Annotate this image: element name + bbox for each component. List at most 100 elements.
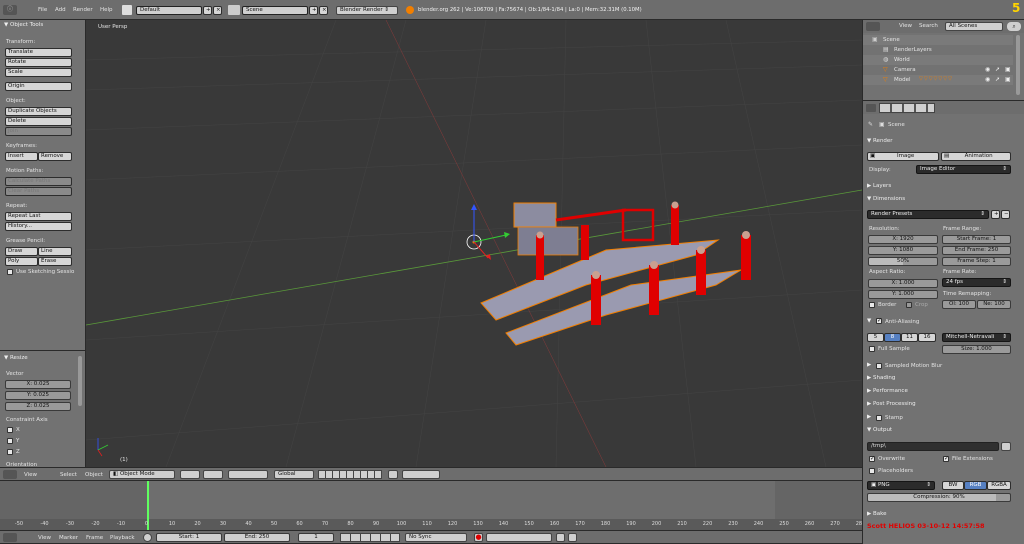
scene-icon[interactable] — [228, 5, 240, 15]
menu-render[interactable]: Render — [73, 7, 93, 13]
lock-icon[interactable] — [388, 470, 398, 479]
eye-icon[interactable]: ◉ — [985, 76, 990, 83]
anti-aliasing-checkbox[interactable] — [876, 317, 882, 324]
aa-level-11[interactable]: 11 — [901, 333, 918, 342]
aa-level-16[interactable]: 16 — [918, 333, 936, 342]
outliner-scrollbar[interactable] — [1016, 35, 1020, 95]
menu-view[interactable]: View — [38, 535, 51, 541]
frame-step-field[interactable]: Frame Step: 1 — [942, 257, 1011, 266]
aa-level-8[interactable]: 8 — [884, 333, 901, 342]
key-icon[interactable] — [556, 533, 565, 542]
keying-set-field[interactable] — [486, 533, 552, 542]
shading-dropdown[interactable] — [180, 470, 200, 479]
resize-header[interactable]: ▼ Resize — [4, 353, 28, 364]
menu-search[interactable]: Search — [919, 23, 938, 29]
motion-blur-panel-header[interactable]: ▶ — [867, 360, 871, 371]
crop-checkbox[interactable] — [906, 302, 912, 308]
aa-size-field[interactable]: Size: 1.000 — [942, 345, 1011, 354]
rotate-button[interactable]: Rotate — [5, 58, 72, 67]
folder-icon[interactable] — [1001, 442, 1011, 451]
render-engine-dropdown[interactable]: Blender Render ⇕ — [336, 6, 398, 15]
resolution-percent-slider[interactable]: 50% — [868, 257, 938, 266]
clock-icon[interactable] — [143, 533, 152, 542]
resolution-x-field[interactable]: X: 1920 — [868, 235, 938, 244]
render-icon[interactable]: ▣ — [1005, 66, 1011, 73]
outliner-row-camera[interactable]: ▽ Camera ◉ ➚ ▣ — [863, 65, 1013, 75]
menu-view[interactable]: View — [899, 23, 912, 29]
render-presets-dropdown[interactable]: Render Presets ⇕ — [867, 210, 989, 219]
menu-playback[interactable]: Playback — [110, 535, 135, 541]
resolution-y-field[interactable]: Y: 1080 — [868, 246, 938, 255]
vector-y-field[interactable]: Y: 0.025 — [5, 391, 71, 400]
file-extensions-checkbox[interactable] — [943, 455, 949, 462]
menu-view[interactable]: View — [24, 472, 37, 478]
repeat-last-button[interactable]: Repeat Last — [5, 212, 72, 221]
stamp-checkbox[interactable] — [876, 415, 882, 421]
snap-toggle[interactable] — [402, 470, 440, 479]
viewport-3d[interactable]: User Persp (1) — [86, 20, 862, 467]
duplicate-objects-button[interactable]: Duplicate Objects — [5, 107, 72, 116]
constraint-y-checkbox[interactable] — [7, 438, 13, 444]
eye-icon[interactable]: ◉ — [985, 66, 990, 73]
outliner-row-world[interactable]: ◍ World — [863, 55, 1013, 65]
overwrite-checkbox[interactable] — [869, 455, 875, 462]
output-path-field[interactable]: /tmp\ — [867, 442, 999, 451]
context-tabs[interactable] — [879, 103, 935, 113]
preset-add-button[interactable]: + — [991, 210, 1000, 219]
preset-remove-button[interactable]: − — [1001, 210, 1010, 219]
translate-button[interactable]: Translate — [5, 48, 72, 57]
scene-remove-button[interactable]: × — [319, 6, 328, 15]
menu-marker[interactable]: Marker — [59, 535, 78, 541]
mode-dropdown[interactable]: ◧ Object Mode — [109, 470, 175, 479]
menu-add[interactable]: Add — [55, 7, 66, 13]
start-frame-field[interactable]: Start Frame: 1 — [942, 235, 1011, 244]
dimensions-panel-header[interactable]: ▼ Dimensions — [867, 194, 905, 205]
current-frame-field[interactable]: 1 — [298, 533, 334, 542]
vector-x-field[interactable]: X: 0.025 — [5, 380, 71, 389]
stamp-panel-header[interactable]: ▶ — [867, 412, 871, 423]
display-mode-dropdown[interactable]: All Scenes — [945, 22, 1003, 31]
constraint-z-checkbox[interactable] — [7, 449, 13, 455]
editor-type-icon[interactable] — [866, 22, 880, 31]
constraint-x-checkbox[interactable] — [7, 427, 13, 433]
scale-button[interactable]: Scale — [5, 68, 72, 77]
editor-type-icon[interactable]: ⓘ — [3, 5, 17, 15]
aa-filter-dropdown[interactable]: Mitchell-Netravali ⇕ — [942, 333, 1011, 342]
vector-z-field[interactable]: Z: 0.025 — [5, 402, 71, 411]
erase-button[interactable]: Erase — [38, 257, 72, 266]
fps-dropdown[interactable]: 24 fps ⇕ — [942, 278, 1011, 287]
editor-type-icon[interactable] — [3, 533, 17, 542]
render-panel-header[interactable]: ▼ Render — [867, 136, 893, 147]
outliner-row-scene[interactable]: ▣ Scene — [863, 35, 1013, 45]
join-button[interactable]: Join — [5, 127, 72, 136]
pivot-dropdown[interactable] — [203, 470, 223, 479]
output-panel-header[interactable]: ▼ Output — [867, 425, 892, 436]
panel-scrollbar[interactable] — [78, 356, 82, 406]
poly-button[interactable]: Poly — [5, 257, 38, 266]
motion-blur-checkbox[interactable] — [876, 363, 882, 369]
anti-aliasing-panel-header[interactable]: ▼ — [867, 316, 871, 327]
sync-dropdown[interactable]: No Sync — [405, 533, 467, 542]
outliner-row-renderlayers[interactable]: ▤ RenderLayers — [863, 45, 1013, 55]
time-new-field[interactable]: Ne: 100 — [977, 300, 1011, 309]
pin-icon[interactable]: ✎ — [868, 121, 873, 128]
editor-type-icon[interactable] — [866, 104, 876, 112]
cursor-icon[interactable]: ➚ — [995, 66, 1000, 73]
draw-button[interactable]: Draw — [5, 247, 38, 256]
layout-add-button[interactable]: + — [203, 6, 212, 15]
layer-buttons[interactable] — [318, 470, 382, 479]
bake-panel-header[interactable]: ▶ Bake — [867, 509, 887, 520]
insert-keyframe-button[interactable]: Insert — [5, 152, 38, 161]
manipulator-toggles[interactable] — [228, 470, 268, 479]
end-frame-field[interactable]: End: 250 — [224, 533, 290, 542]
history-button[interactable]: History... — [5, 222, 72, 231]
layout-remove-button[interactable]: × — [213, 6, 222, 15]
aspect-x-field[interactable]: X: 1.000 — [868, 279, 938, 288]
color-rgba-button[interactable]: RGBA — [987, 481, 1011, 490]
layers-panel-header[interactable]: ▶ Layers — [867, 181, 891, 192]
aspect-y-field[interactable]: Y: 1.000 — [868, 290, 938, 299]
playback-controls[interactable] — [340, 533, 400, 542]
editor-type-icon[interactable] — [3, 470, 17, 479]
aa-level-5[interactable]: 5 — [867, 333, 884, 342]
sketching-checkbox[interactable] — [7, 269, 13, 275]
